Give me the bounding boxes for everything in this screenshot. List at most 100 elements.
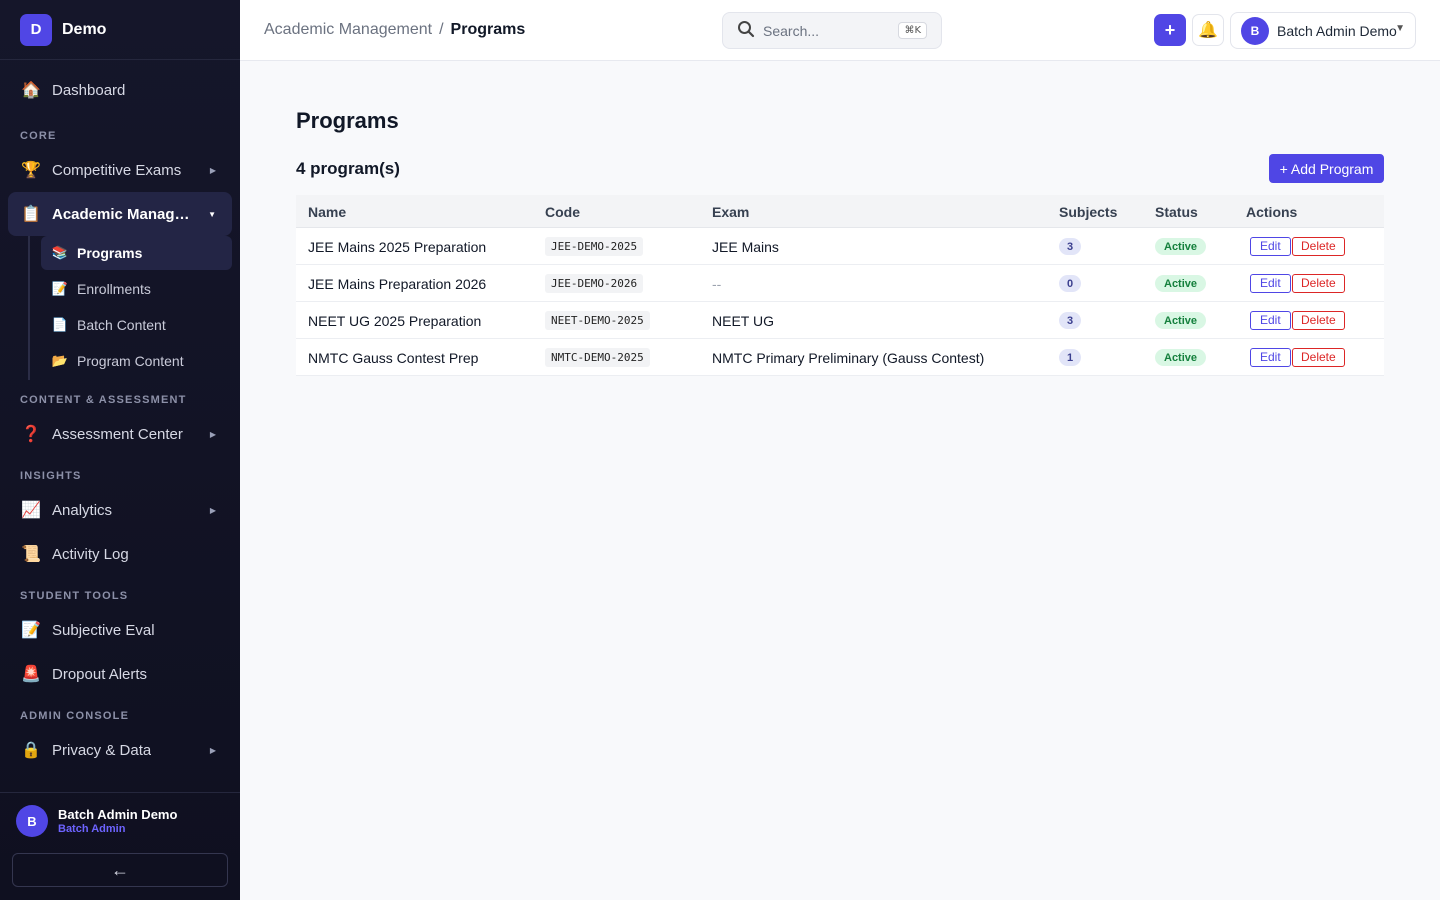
sidebar-user-card[interactable]: B Batch Admin Demo Batch Admin [16,805,177,837]
column-header-status: Status [1155,204,1198,220]
sidebar-item-label: Dropout Alerts [52,665,148,683]
delete-button[interactable]: Delete [1292,311,1345,330]
brand-logo: D [20,13,52,46]
subjects-badge: 1 [1059,349,1081,366]
edit-button[interactable]: Edit [1250,237,1291,256]
subjects-badge: 3 [1059,238,1081,255]
caret-right-icon: ▶ [209,505,216,515]
user-menu-button[interactable]: B Batch Admin Demo ▼ [1230,12,1416,49]
subjects-badge: 3 [1059,312,1081,329]
sidebar: D Demo 🏠 Dashboard CORE 🏆 Competitive Ex… [0,0,240,900]
sidebar-item-dropout-alerts[interactable]: 🚨 Dropout Alerts [8,652,232,696]
page-icon: 📄 [51,317,69,332]
section-label-content: CONTENT & ASSESSMENT [20,394,187,406]
sidebar-item-label: Competitive Exams [52,161,182,179]
sidebar-item-analytics[interactable]: 📈 Analytics ▶ [8,488,232,532]
cell-exam: JEE Mains [712,239,779,255]
user-info: Batch Admin Demo Batch Admin [58,807,177,835]
cell-code: NMTC-DEMO-2025 [545,348,650,367]
sidebar-item-privacy[interactable]: 🔒 Privacy & Data ▶ [8,728,232,772]
user-role: Batch Admin [58,823,126,835]
sidebar-item-activity-log[interactable]: 📜 Activity Log [8,532,232,576]
column-header-actions: Actions [1246,204,1298,220]
delete-button[interactable]: Delete [1292,237,1345,256]
sidebar-item-label: Dashboard [52,81,126,99]
add-program-button[interactable]: + Add Program [1269,154,1384,183]
brand[interactable]: D Demo [0,0,240,60]
sidebar-item-label: Analytics [52,501,113,519]
caret-right-icon: ▶ [209,165,216,175]
cell-code: NEET-DEMO-2025 [545,311,650,330]
status-badge: Active [1155,238,1207,255]
column-header-code: Code [545,204,580,220]
user-name: Batch Admin Demo [58,807,178,822]
caret-down-icon: ▼ [208,209,216,219]
status-badge: Active [1155,349,1207,366]
caret-right-icon: ▶ [209,745,216,755]
sidebar-item-academic-management[interactable]: 📋 Academic Management ▼ [8,192,232,236]
table-row: JEE Mains Preparation 2026 JEE-DEMO-2026… [296,265,1384,302]
programs-table: Name Code Exam Subjects Status Actions J… [296,195,1384,376]
search-icon [737,20,755,42]
house-icon: 🏠 [21,82,41,99]
scroll-icon: 📜 [21,546,41,563]
folder-icon: 📂 [51,353,69,368]
edit-button[interactable]: Edit [1250,311,1291,330]
sidebar-subitem-programs[interactable]: 📚 Programs [41,236,232,270]
search-shortcut-badge: ⌘K [898,22,927,39]
quick-add-button[interactable]: + [1154,14,1186,46]
sidebar-subitem-label: Program Content [77,353,184,369]
status-badge: Active [1155,275,1207,292]
bell-icon: 🔔 [1198,22,1218,39]
collapse-sidebar-button[interactable]: ← [12,853,228,887]
sidebar-subitem-label: Programs [77,245,143,261]
table-row: NEET UG 2025 Preparation NEET-DEMO-2025 … [296,302,1384,339]
sidebar-item-label: Assessment Center [52,425,183,443]
page-title: Programs [296,108,399,133]
program-count: 4 program(s) [296,159,400,178]
sidebar-item-dashboard[interactable]: 🏠 Dashboard [8,68,232,112]
sidebar-subitem-program-content[interactable]: 📂 Program Content [41,344,232,378]
memo-icon: 📝 [51,281,69,296]
breadcrumb-separator: / [439,21,444,38]
cell-code: JEE-DEMO-2026 [545,274,644,293]
delete-button[interactable]: Delete [1292,348,1345,367]
sidebar-item-label: Subjective Eval [52,621,155,639]
edit-button[interactable]: Edit [1250,348,1291,367]
column-header-name: Name [308,204,347,220]
status-badge: Active [1155,312,1207,329]
sidebar-item-assessment-center[interactable]: ❓ Assessment Center ▶ [8,412,232,456]
breadcrumb-parent-link[interactable]: Academic Management [264,21,432,39]
cell-exam: NEET UG [712,313,774,329]
sidebar-item-subjective-eval[interactable]: 📝 Subjective Eval [8,608,232,652]
cell-name: NMTC Gauss Contest Prep [308,350,479,366]
trophy-icon: 🏆 [21,162,41,179]
delete-button[interactable]: Delete [1292,274,1345,293]
section-label-student-tools: STUDENT TOOLS [20,590,129,602]
cell-name: JEE Mains 2025 Preparation [308,239,487,255]
user-menu-name: Batch Admin Demo [1277,22,1397,39]
edit-button[interactable]: Edit [1250,274,1291,293]
caret-right-icon: ▶ [209,429,216,439]
sidebar-item-competitive-exams[interactable]: 🏆 Competitive Exams ▶ [8,148,232,192]
lock-icon: 🔒 [21,742,41,759]
memo-icon: 📝 [21,622,41,639]
sidebar-subitem-batch-content[interactable]: 📄 Batch Content [41,308,232,342]
sidebar-footer: B Batch Admin Demo Batch Admin ← [0,792,240,900]
subjects-badge: 0 [1059,275,1081,292]
sidebar-item-label: Privacy & Data [52,741,152,759]
avatar: B [16,805,48,837]
search-placeholder: Search... [763,22,820,39]
topbar: Academic Management / Programs Search...… [240,0,1440,61]
section-label-admin: ADMIN CONSOLE [20,710,130,722]
brand-name: Demo [62,20,107,38]
section-label-core: CORE [20,130,57,142]
column-header-exam: Exam [712,204,750,220]
table-row: JEE Mains 2025 Preparation JEE-DEMO-2025… [296,228,1384,265]
sidebar-item-label: Activity Log [52,545,129,563]
siren-icon: 🚨 [21,666,41,683]
sidebar-subitem-enrollments[interactable]: 📝 Enrollments [41,272,232,306]
search-input[interactable]: Search... ⌘K [722,12,942,49]
chevron-down-icon: ▼ [1395,23,1405,34]
notifications-button[interactable]: 🔔 [1192,14,1224,46]
